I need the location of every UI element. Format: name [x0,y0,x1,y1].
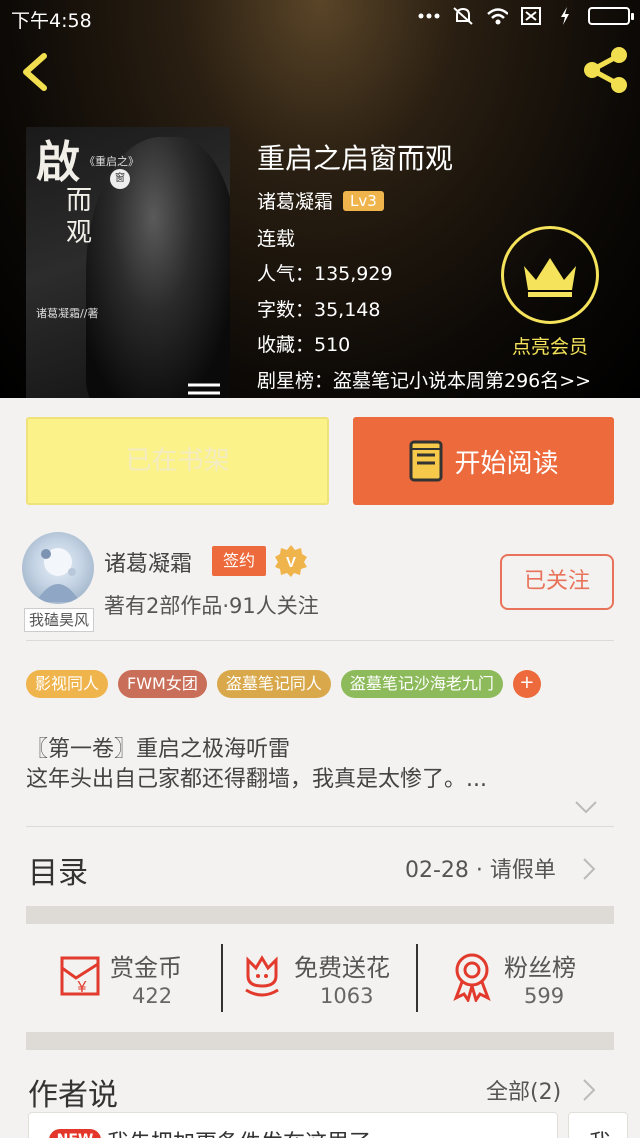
author-says-all-link[interactable]: 全部(2) [486,1074,561,1106]
avatar-caption: 我磕昊风 [24,608,94,632]
stat-divider [416,944,418,1012]
book-status: 连载 [257,228,296,250]
sim-off-icon [520,6,542,26]
stat-label: 免费送花 [294,954,390,982]
expand-intro-button[interactable] [572,798,600,820]
book-intro[interactable]: 〖第一卷〗重启之极海听雷 这年头出自己家都还得翻墙，我真是太惨了。... [26,735,616,795]
author-says-title: 作者说 [28,1078,118,1113]
stat-divider [221,944,223,1012]
book-icon [409,440,443,482]
cover-author: 诸葛凝霜//著 [36,307,99,320]
book-popularity: 人气：135,929 [257,263,393,285]
reward-coin-icon: ¥ [60,956,100,996]
author-says-text: 我先把加更条件发在这里了 [107,1125,371,1138]
tag-list: 影视同人 FWM女团 盗墓笔记同人 盗墓笔记沙海老九门 + [26,670,541,698]
chevron-right-icon[interactable] [582,1078,596,1106]
stat-label: 赏金币 [110,954,182,982]
divider [26,826,614,827]
reward-coin-button[interactable]: ¥ 赏金币 422 [56,944,216,1012]
mute-icon [452,6,474,26]
author-says-card[interactable]: 我 [568,1112,628,1138]
intro-line: 这年头出自己家都还得翻墙，我真是太惨了。... [26,767,487,792]
book-word-count: 字数：35,148 [257,299,381,321]
toc-title[interactable]: 目录 [28,848,88,892]
share-icon [584,47,627,93]
section-separator [26,1032,614,1050]
start-reading-label: 开始阅读 [454,448,559,479]
tag-item[interactable]: 盗墓笔记同人 [216,670,331,698]
on-shelf-button[interactable]: 已在书架 [26,417,329,505]
fan-ranking-button[interactable]: 粉丝榜 599 [452,944,592,1012]
stat-value: 422 [132,984,173,1008]
free-flower-button[interactable]: 免费送花 1063 [242,944,412,1012]
vip-button[interactable]: 点亮会员 [498,226,602,359]
stat-value: 1063 [320,984,374,1008]
level-badge: Lv3 [343,191,384,211]
back-button[interactable] [14,48,58,96]
tag-item[interactable]: 盗墓笔记沙海老九门 [340,670,503,698]
stat-label: 粉丝榜 [504,954,576,982]
chevron-right-icon[interactable] [582,857,596,885]
share-button[interactable] [580,44,632,96]
tag-item[interactable]: FWM女团 [118,670,207,698]
cover-pager-icon [186,381,222,398]
follow-button[interactable]: 已关注 [500,554,614,610]
author-name[interactable]: 诸葛凝霜 [104,546,192,578]
signed-badge: 签约 [212,546,266,576]
wifi-icon [486,6,508,26]
cover-subtitle: 《重启之》 [84,155,139,168]
chevron-down-icon [575,801,597,814]
section-separator [26,906,614,924]
more-dots-icon [418,6,440,26]
book-cover[interactable]: 啟 而 观 《重启之》 窗 诸葛凝霜//著 [26,127,230,398]
charging-icon [554,6,576,26]
divider [26,640,614,641]
book-header: 下午4:58 啟 而 观 《重启之》 窗 诸葛凝霜//著 重启之启窗而观 诸葛凝… [0,0,640,398]
tag-item[interactable]: 影视同人 [26,670,109,698]
avatar[interactable] [22,532,94,604]
svg-text:V: V [286,554,296,571]
flower-icon [245,955,279,997]
cover-title-line: 而 [66,186,93,216]
chevron-left-icon [23,53,47,91]
crown-icon [501,226,599,324]
book-author[interactable]: 诸葛凝霜 [257,191,333,213]
svg-text:¥: ¥ [77,979,87,996]
cover-title-line: 观 [66,218,93,248]
battery-icon [588,7,634,25]
intro-line: 〖第一卷〗重启之极海听雷 [26,737,291,762]
status-time: 下午4:58 [11,10,92,32]
book-favorites: 收藏：510 [257,334,351,356]
verified-icon: V [274,544,308,578]
toc-latest-chapter[interactable]: 02-28 · 请假单 [405,852,556,884]
cover-figure [86,137,230,398]
book-title: 重启之启窗而观 [257,142,454,175]
cover-badge: 窗 [110,169,130,189]
author-says-card[interactable]: NEW 我先把加更条件发在这里了 [28,1112,558,1138]
author-meta: 著有2部作品·91人关注 [104,594,319,618]
vip-label: 点亮会员 [511,336,588,358]
status-bar: 下午4:58 [0,0,640,34]
start-reading-button[interactable]: 开始阅读 [353,417,614,505]
new-badge: NEW [49,1129,101,1138]
medal-icon [453,953,491,1002]
author-says-text: 我 [589,1125,611,1138]
book-ranking-link[interactable]: 剧星榜：盗墓笔记小说本周第296名>> [257,366,591,393]
more-tags-button[interactable]: + [512,670,541,698]
stat-value: 599 [524,984,565,1008]
book-author-row: 诸葛凝霜 Lv3 [257,187,384,214]
